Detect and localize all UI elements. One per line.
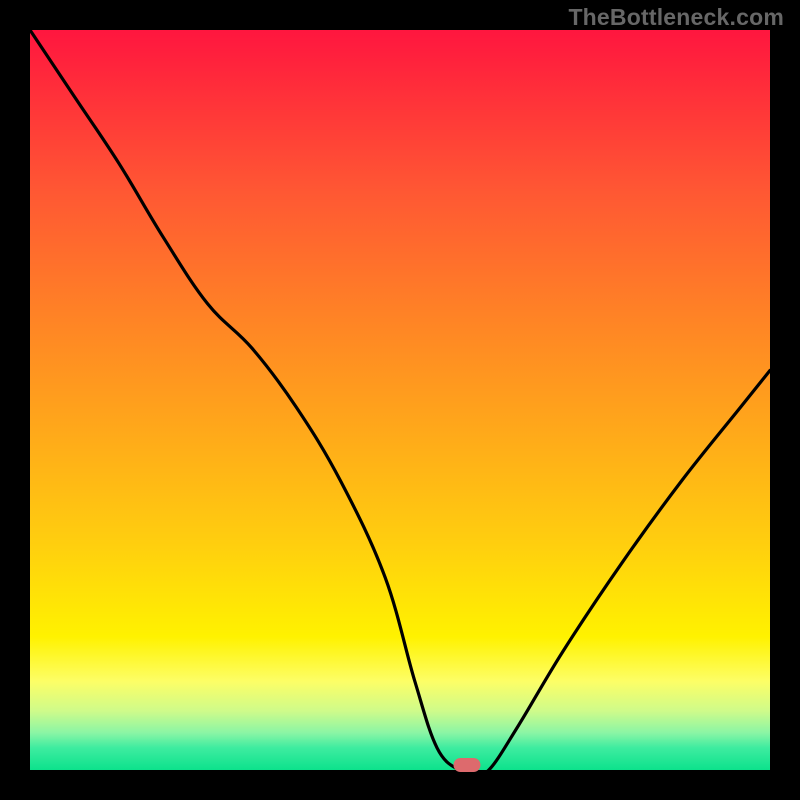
minimum-marker: [453, 758, 480, 772]
watermark-text: TheBottleneck.com: [568, 4, 784, 31]
bottleneck-curve: [30, 30, 770, 770]
chart-frame: TheBottleneck.com: [0, 0, 800, 800]
plot-area: [30, 30, 770, 770]
